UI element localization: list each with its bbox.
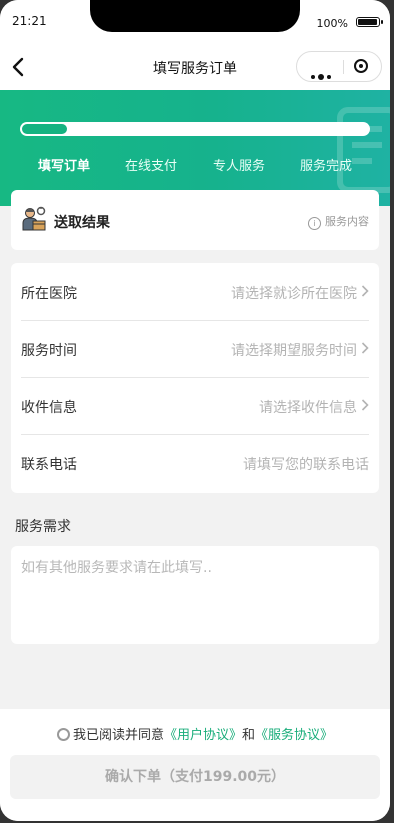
footer-bar: 我已阅读并同意《用户协议》和《服务协议》 确认下单（支付199.00元） — [0, 709, 390, 821]
order-progress-header: 填写订单 在线支付 专人服务 服务完成 — [0, 90, 390, 206]
step-service-complete: 服务完成 — [300, 159, 353, 174]
service-time-label: 服务时间 — [21, 343, 77, 359]
phone-screen: 21:21 100% 填写服务订单 填写订单 在线支付 专人服务 服务完成 送取… — [0, 0, 390, 821]
form-row-phone[interactable]: 联系电话 请填写您的联系电话 — [21, 434, 369, 491]
service-time-placeholder: 请选择期望服务时间 — [231, 343, 357, 359]
status-bar: 21:21 100% — [0, 0, 390, 44]
form-row-recipient[interactable]: 收件信息 请选择收件信息 — [21, 377, 369, 435]
hospital-label: 所在医院 — [21, 286, 77, 302]
close-mini-program-button[interactable] — [354, 59, 368, 73]
more-dots-icon — [311, 74, 315, 79]
hospital-placeholder: 请选择就诊所在医院 — [231, 286, 357, 302]
navigation-bar: 填写服务订单 — [0, 44, 390, 90]
chevron-right-icon — [361, 285, 369, 297]
more-menu-button[interactable] — [311, 66, 334, 85]
battery-icon — [356, 17, 383, 27]
step-online-payment: 在线支付 — [125, 159, 178, 174]
info-icon: i — [308, 217, 321, 230]
chevron-right-icon — [361, 342, 369, 354]
recipient-placeholder: 请选择收件信息 — [259, 400, 357, 416]
requirements-label: 服务需求 — [15, 519, 71, 535]
step-fill-order: 填写订单 — [38, 159, 91, 174]
status-time: 21:21 — [12, 14, 47, 28]
battery-level — [358, 19, 377, 25]
progress-fill — [22, 124, 67, 134]
form-row-service-time[interactable]: 服务时间 请选择期望服务时间 — [21, 320, 369, 378]
form-document-icon — [337, 107, 390, 193]
battery-percent: 100% — [316, 17, 348, 30]
progress-bar — [20, 122, 370, 136]
service-card: 送取结果 i 服务内容 — [11, 190, 379, 250]
agree-radio[interactable] — [56, 728, 70, 741]
camera-notch — [90, 0, 300, 32]
phone-placeholder: 请填写您的联系电话 — [243, 457, 369, 473]
phone-label: 联系电话 — [21, 457, 77, 473]
service-content-link[interactable]: i 服务内容 — [308, 213, 369, 230]
agreement-prefix: 我已阅读并同意 — [72, 728, 164, 743]
form-row-hospital[interactable]: 所在医院 请选择就诊所在医院 — [21, 263, 369, 321]
capsule-divider — [343, 60, 344, 74]
courier-icon — [22, 206, 46, 231]
step-dedicated-service: 专人服务 — [213, 159, 266, 174]
recipient-label: 收件信息 — [21, 400, 77, 416]
requirements-card — [11, 546, 379, 644]
mini-program-capsule — [296, 51, 382, 82]
chevron-right-icon — [361, 399, 369, 411]
requirements-textarea[interactable] — [11, 546, 379, 644]
service-agreement-link[interactable]: 《服务协议》 — [255, 728, 333, 743]
service-content-label: 服务内容 — [325, 215, 369, 228]
agreement-line: 我已阅读并同意《用户协议》和《服务协议》 — [0, 724, 390, 743]
service-name: 送取结果 — [54, 215, 110, 231]
confirm-order-button[interactable]: 确认下单（支付199.00元） — [10, 755, 380, 799]
agreement-joiner: 和 — [242, 728, 256, 743]
user-agreement-link[interactable]: 《用户协议》 — [164, 728, 242, 743]
order-form: 所在医院 请选择就诊所在医院 服务时间 请选择期望服务时间 收件信息 请选择收件… — [11, 263, 379, 493]
